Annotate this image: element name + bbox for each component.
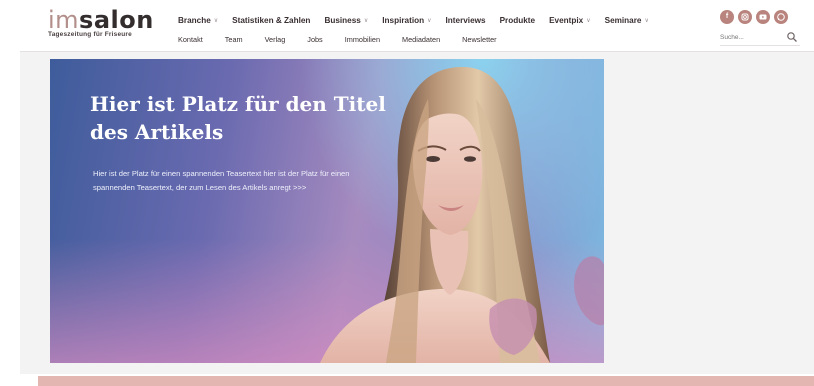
instagram-icon[interactable] [738,10,752,24]
chevron-down-icon: ∨ [213,17,219,24]
chevron-down-icon: ∨ [644,17,649,24]
youtube-glyph [759,14,767,20]
site-header: imsalon Tageszeitung für Friseure Branch… [20,0,814,52]
nav-link-team[interactable]: Team [225,35,243,44]
search-input[interactable] [720,31,780,43]
logo-wordmark: imsalon [48,7,154,33]
nav-item-statistiken[interactable]: Statistiken & Zahlen [232,16,310,25]
logo-brand: salon [79,6,154,34]
nav-item-interviews[interactable]: Interviews [446,16,486,25]
youtube-icon[interactable] [756,10,770,24]
article-title[interactable]: Hier ist Platz für den Titel des Artikel… [90,90,390,146]
primary-navigation: Branche ∨ Statistiken & Zahlen Business … [178,12,663,28]
nav-link-immobilien[interactable]: Immobilien [345,35,380,44]
nav-link-newsletter[interactable]: Newsletter [462,35,496,44]
instagram-glyph [741,13,749,21]
logo-tagline: Tageszeitung für Friseure [48,31,132,38]
whatsapp-icon[interactable] [774,10,788,24]
chevron-down-icon: ∨ [427,17,432,24]
search-icon[interactable] [786,31,798,43]
chevron-down-icon: ∨ [363,17,369,24]
nav-link-jobs[interactable]: Jobs [307,35,322,44]
article-teaser-text[interactable]: Hier ist der Platz für einen spannenden … [93,167,393,195]
nav-link-kontakt[interactable]: Kontakt [178,35,203,44]
nav-label: Seminare [604,15,642,25]
nav-item-branche[interactable]: Branche ∨ [178,16,218,25]
whatsapp-glyph [777,13,785,21]
chevron-down-icon: ∨ [586,17,591,24]
nav-item-produkte[interactable]: Produkte [500,16,536,25]
nav-label: Interviews [445,15,486,25]
nav-label: Inspiration [382,15,425,25]
nav-item-inspiration[interactable]: Inspiration ∨ [382,16,431,25]
nav-link-verlag[interactable]: Verlag [265,35,286,44]
secondary-navigation: Kontakt Team Verlag Jobs Immobilien Medi… [178,33,519,45]
bottom-accent-band [38,376,814,386]
facebook-icon[interactable]: f [720,10,734,24]
nav-label: Eventpix [549,15,584,25]
nav-label: Branche [178,15,211,25]
nav-link-mediadaten[interactable]: Mediadaten [402,35,440,44]
nav-item-eventpix[interactable]: Eventpix ∨ [549,16,591,25]
social-links: f [720,10,788,24]
logo-prefix: im [48,6,80,34]
hero-article-teaser[interactable]: Hier ist Platz für den Titel des Artikel… [50,59,604,363]
page-frame: imsalon Tageszeitung für Friseure Branch… [20,0,814,374]
nav-label: Statistiken & Zahlen [232,15,311,25]
nav-label: Produkte [499,15,536,25]
nav-item-business[interactable]: Business ∨ [324,16,368,25]
nav-label: Business [324,15,361,25]
site-logo[interactable]: imsalon Tageszeitung für Friseure [48,7,168,41]
nav-item-seminare[interactable]: Seminare ∨ [605,16,649,25]
search-box [720,31,800,46]
